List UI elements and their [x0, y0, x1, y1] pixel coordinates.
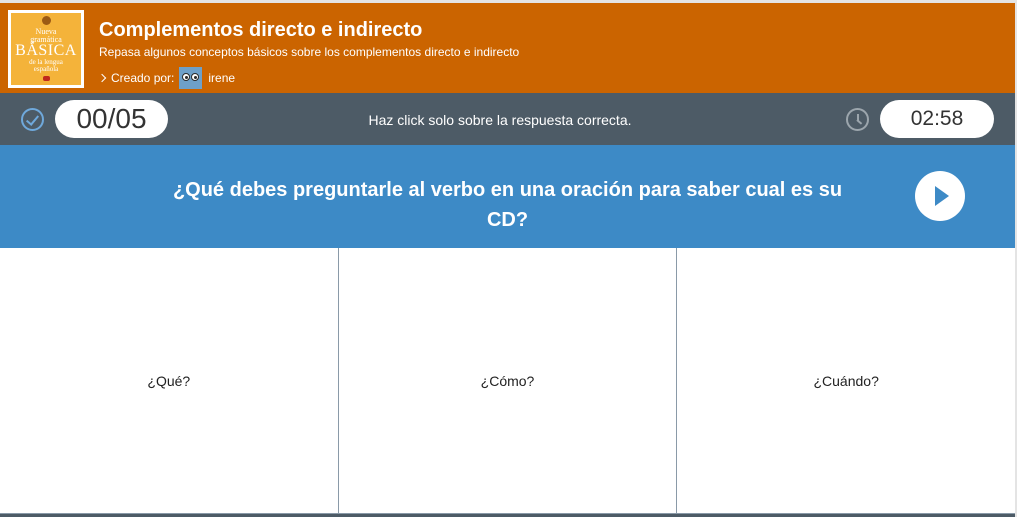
book-cover-image: Nueva gramática BÁSICA de la lengua espa…	[11, 13, 81, 85]
answer-option-como[interactable]: ¿Cómo?	[337, 248, 677, 513]
timer-display: 02:58	[880, 100, 994, 138]
creator-name-link[interactable]: irene	[208, 71, 235, 85]
next-button[interactable]	[915, 171, 965, 221]
avatar-eye-left-icon	[182, 73, 191, 81]
check-circle-icon	[21, 108, 44, 131]
chevron-right-icon	[97, 73, 107, 83]
answer-options: ¿Qué? ¿Cómo? ¿Cuándo?	[0, 248, 1016, 514]
book-cover-thumbnail: Nueva gramática BÁSICA de la lengua espa…	[8, 10, 84, 88]
activity-title: Complementos directo e indirecto	[99, 19, 423, 41]
answer-option-que[interactable]: ¿Qué?	[0, 248, 338, 513]
avatar-eye-right-icon	[191, 73, 200, 81]
avatar[interactable]	[179, 67, 203, 89]
creator-label: Creado por:	[111, 71, 175, 85]
crest-icon	[42, 16, 51, 25]
cover-text-line5: española	[33, 65, 59, 73]
activity-header: Nueva gramática BÁSICA de la lengua espa…	[0, 3, 1015, 93]
play-icon	[935, 186, 949, 206]
question-panel: ¿Qué debes preguntarle al verbo en una o…	[0, 145, 1015, 248]
clock-icon	[846, 108, 869, 131]
activity-subtitle: Repasa algunos conceptos básicos sobre l…	[99, 45, 520, 59]
answer-option-cuando[interactable]: ¿Cuándo?	[676, 248, 1016, 513]
seal-icon	[43, 76, 50, 81]
instruction-text: Haz click solo sobre la respuesta correc…	[368, 112, 632, 128]
status-bar: 00/05 Haz click solo sobre la respuesta …	[0, 93, 1015, 145]
score-counter: 00/05	[55, 100, 168, 138]
creator-info: Creado por: irene	[97, 66, 235, 90]
cover-text-line3: BÁSICA	[15, 42, 77, 59]
question-text: ¿Qué debes preguntarle al verbo en una o…	[172, 179, 843, 231]
